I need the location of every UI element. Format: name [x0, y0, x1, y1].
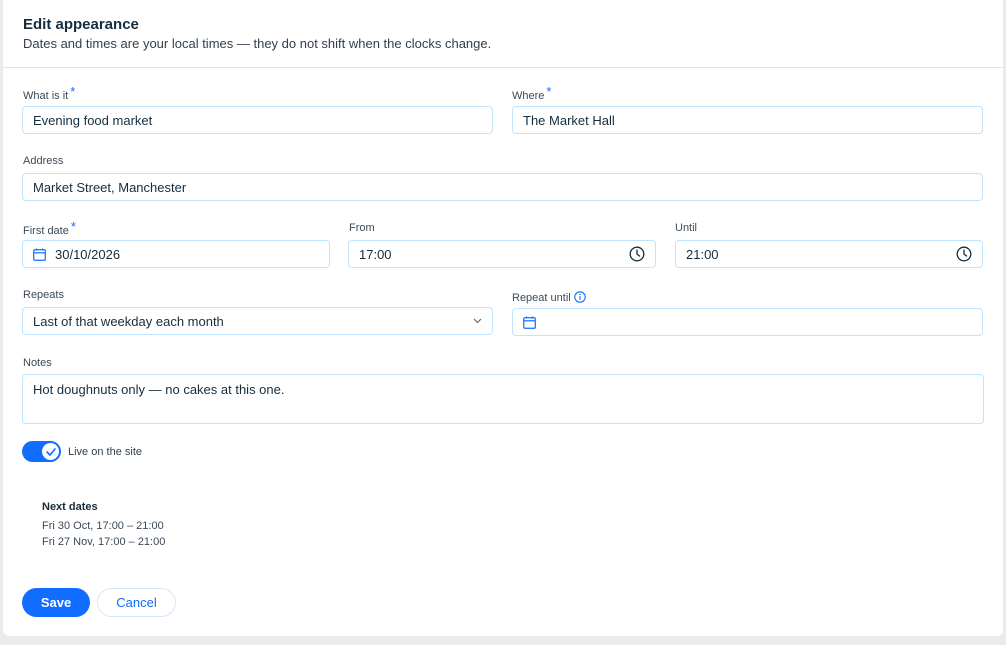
notes-textarea[interactable]: Hot doughnuts only — no cakes at this on… — [22, 374, 984, 424]
next-date-item: Fri 27 Nov, 17:00 – 21:00 — [42, 536, 166, 548]
next-dates-title: Next dates — [42, 501, 98, 513]
what-input[interactable]: Evening food market — [22, 106, 493, 134]
until-time-value: 21:00 — [686, 246, 719, 262]
calendar-icon[interactable] — [33, 248, 46, 261]
where-label-text: Where — [512, 90, 545, 102]
next-date-item: Fri 30 Oct, 17:00 – 21:00 — [42, 520, 164, 532]
clock-icon[interactable] — [629, 246, 645, 262]
repeats-label: Repeats — [23, 289, 64, 301]
what-label: What is it * — [23, 84, 76, 102]
checkmark-icon — [45, 447, 56, 456]
repeats-select[interactable]: Last of that weekday each month — [22, 307, 493, 335]
address-label: Address — [23, 155, 63, 167]
from-label: From — [349, 222, 375, 234]
page-subtitle: Dates and times are your local times — t… — [23, 36, 492, 51]
until-label: Until — [675, 222, 697, 234]
first-date-label: First date * — [23, 219, 76, 237]
first-date-value: 30/10/2026 — [55, 246, 121, 262]
address-label-text: Address — [23, 155, 64, 167]
page-title: Edit appearance — [23, 16, 139, 33]
required-marker: * — [70, 84, 76, 99]
from-time-value: 17:00 — [359, 246, 392, 262]
clock-icon[interactable] — [956, 246, 972, 262]
from-time-input[interactable]: 17:00 — [348, 240, 656, 268]
where-label: Where * — [512, 84, 552, 102]
cancel-button[interactable]: Cancel — [97, 588, 176, 617]
toggle-knob — [42, 443, 59, 460]
first-date-label-text: First date — [23, 225, 69, 237]
repeats-selected-value: Last of that weekday each month — [33, 313, 224, 329]
required-marker: * — [70, 219, 76, 234]
repeat-until-label-text: Repeat until — [512, 292, 571, 304]
notes-label-text: Notes — [23, 357, 52, 369]
save-button[interactable]: Save — [22, 588, 90, 617]
calendar-icon[interactable] — [523, 316, 536, 329]
from-label-text: From — [349, 222, 375, 234]
chevron-down-icon[interactable] — [473, 318, 482, 324]
required-marker: * — [546, 84, 552, 99]
what-input-value: Evening food market — [33, 112, 153, 128]
address-input[interactable]: Market Street, Manchester — [22, 173, 983, 201]
notes-value: Hot doughnuts only — no cakes at this on… — [33, 382, 285, 397]
live-on-site-toggle[interactable] — [22, 441, 61, 462]
notes-label: Notes — [23, 357, 52, 369]
until-label-text: Until — [675, 222, 698, 234]
where-input[interactable]: The Market Hall — [512, 106, 983, 134]
repeat-until-label: Repeat until — [512, 289, 586, 304]
info-icon[interactable] — [573, 291, 586, 303]
repeat-until-input[interactable] — [512, 308, 983, 336]
edit-appearance-panel: Edit appearance Dates and times are your… — [3, 0, 1003, 636]
first-date-input[interactable]: 30/10/2026 — [22, 240, 330, 268]
address-input-value: Market Street, Manchester — [33, 179, 187, 195]
what-label-text: What is it — [23, 90, 69, 102]
panel-header: Edit appearance Dates and times are your… — [3, 0, 1003, 68]
toggle-label: Live on the site — [68, 446, 142, 458]
until-time-input[interactable]: 21:00 — [675, 240, 983, 268]
repeats-label-text: Repeats — [23, 289, 64, 301]
where-input-value: The Market Hall — [523, 112, 615, 128]
